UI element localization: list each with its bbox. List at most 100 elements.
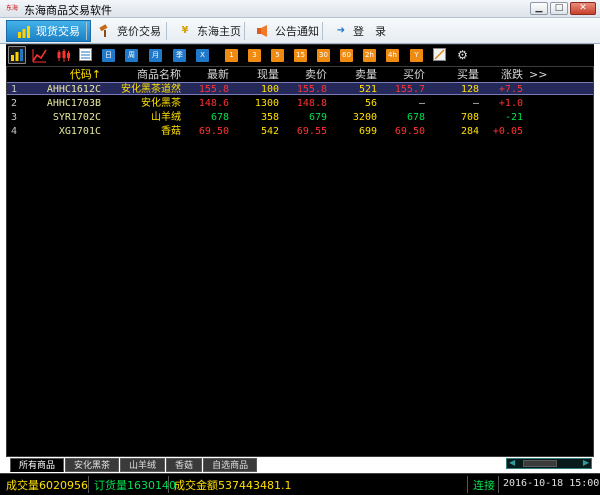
status-volume: 成交量6020956: [6, 479, 88, 492]
tab-login[interactable]: ➜ 登 录: [324, 20, 396, 42]
minimize-button[interactable]: ▁: [530, 2, 548, 15]
row-name: 安化黑茶: [141, 98, 181, 109]
quote-list-button[interactable]: [8, 46, 26, 64]
row-ask-volume: 56: [364, 98, 377, 109]
minute-3-button[interactable]: 3: [248, 49, 261, 62]
row-last: 678: [210, 112, 229, 123]
status-bar: 成交量6020956 订货量1630140 成交金额537443481.1 连接…: [0, 473, 600, 495]
table-row[interactable]: 2 AHHC1703B 安化黑茶 148.6 1300 148.8 56 — —…: [7, 97, 593, 110]
scrollbar-thumb[interactable]: [523, 460, 557, 467]
drawing-icon: [433, 48, 446, 61]
row-last: 155.8: [198, 84, 229, 95]
row-bid: —: [418, 98, 425, 109]
row-ask-volume: 521: [358, 84, 377, 95]
minute-1-button[interactable]: 1: [225, 49, 238, 62]
header-bid[interactable]: 买价: [379, 68, 425, 81]
tab-mushroom[interactable]: 香菇: [166, 458, 203, 472]
row-bid: 155.7: [394, 84, 425, 95]
header-ask[interactable]: 卖价: [285, 68, 327, 81]
header-ask-volume[interactable]: 卖量: [333, 68, 377, 81]
tick-chart-icon: [79, 48, 92, 61]
row-change: +1.0: [498, 98, 523, 109]
line-chart-button[interactable]: [32, 48, 47, 63]
hour-2-button[interactable]: 2h: [363, 49, 376, 62]
scroll-left-icon[interactable]: ◀: [509, 458, 515, 467]
period-month-button[interactable]: 月: [149, 49, 162, 62]
tab-announcements[interactable]: 公告通知: [246, 20, 329, 42]
row-index: 1: [11, 84, 18, 95]
row-code: SYR1702C: [52, 112, 101, 123]
scroll-right-icon[interactable]: ▶: [583, 458, 589, 467]
row-change: +7.5: [498, 84, 523, 95]
tick-chart-button[interactable]: [78, 48, 93, 63]
tab-label: 东海主页: [197, 25, 241, 38]
status-datetime: 2016-10-18 15:00: [503, 478, 600, 489]
row-ask-volume: 3200: [352, 112, 377, 123]
hour-4-button[interactable]: 4h: [386, 49, 399, 62]
row-bid: 678: [406, 112, 425, 123]
header-last[interactable]: 最新: [183, 68, 229, 81]
row-code: AHHC1703B: [46, 98, 101, 109]
row-ask-volume: 699: [358, 126, 377, 137]
minute-60-button[interactable]: 60: [340, 49, 353, 62]
close-button[interactable]: ✕: [570, 2, 596, 15]
gear-icon: ⚙: [457, 48, 468, 62]
header-code[interactable]: 代码↑: [35, 68, 101, 81]
tab-auction-trading[interactable]: 竞价交易: [88, 20, 171, 42]
candlestick-icon: [57, 49, 70, 62]
status-order-volume: 订货量1630140: [94, 479, 176, 492]
tab-donghai-home[interactable]: ¥ 东海主页: [168, 20, 251, 42]
settings-button[interactable]: ⚙: [455, 48, 470, 63]
period-quarter-button[interactable]: 季: [173, 49, 186, 62]
header-name[interactable]: 商品名称: [103, 68, 181, 81]
nav-divider: [244, 22, 245, 40]
connection-status: 连接: [473, 479, 495, 492]
row-name: 山羊绒: [151, 112, 181, 123]
chart-toolbar: 日 周 月 季 X 1 3 5 15 30 60 2h 4h Y ⚙: [6, 44, 594, 66]
row-bid-volume: —: [472, 98, 479, 109]
tab-anhua-dark-tea[interactable]: 安化黑茶: [65, 458, 120, 472]
login-icon: ➜: [336, 25, 346, 36]
minute-30-button[interactable]: 30: [317, 49, 330, 62]
market-tabs: 所有商品 安化黑茶 山羊绒 香菇 自选商品: [10, 458, 258, 472]
row-ask: 679: [308, 112, 327, 123]
table-row[interactable]: 3 SYR1702C 山羊绒 678 358 679 3200 678 708 …: [7, 111, 593, 124]
period-week-button[interactable]: 周: [125, 49, 138, 62]
status-divider: [88, 476, 89, 493]
row-name: 安化黑茶道然: [121, 84, 181, 95]
header-bid-volume[interactable]: 买量: [431, 68, 479, 81]
row-code: AHHC1612C: [46, 84, 101, 95]
candlestick-button[interactable]: [56, 48, 71, 63]
window-controls: ▁ □ ✕: [530, 2, 596, 15]
row-last: 148.6: [198, 98, 229, 109]
drawing-tool-button[interactable]: [432, 48, 447, 63]
nav-divider: [166, 22, 167, 40]
row-index: 2: [11, 98, 18, 109]
horizontal-scrollbar[interactable]: ◀ ▶: [506, 458, 592, 469]
maximize-button[interactable]: □: [550, 2, 568, 15]
row-last: 69.50: [198, 126, 229, 137]
header-volume[interactable]: 现量: [233, 68, 279, 81]
tab-spot-trading[interactable]: 现货交易: [6, 20, 91, 42]
period-day-button[interactable]: 日: [102, 49, 115, 62]
status-divider: [168, 476, 169, 493]
table-header: 代码↑ 商品名称 最新 现量 卖价 卖量 买价 买量 涨跌 >>: [7, 68, 593, 81]
tab-cashmere[interactable]: 山羊绒: [120, 458, 166, 472]
table-row[interactable]: 4 XG1701C 香菇 69.50 542 69.55 699 69.50 2…: [7, 125, 593, 138]
row-ask: 155.8: [296, 84, 327, 95]
table-row[interactable]: 1 AHHC1612C 安化黑茶道然 155.8 100 155.8 521 1…: [7, 82, 593, 95]
row-volume: 358: [260, 112, 279, 123]
yen-icon: ¥: [181, 25, 189, 36]
row-ask: 148.8: [296, 98, 327, 109]
minute-5-button[interactable]: 5: [271, 49, 284, 62]
period-x-button[interactable]: X: [196, 49, 209, 62]
speaker-icon: [256, 24, 270, 38]
year-button[interactable]: Y: [410, 49, 423, 62]
row-bid: 69.50: [394, 126, 425, 137]
row-bid-volume: 128: [460, 84, 479, 95]
tab-all-goods[interactable]: 所有商品: [10, 458, 65, 472]
header-change[interactable]: 涨跌: [483, 68, 523, 81]
tab-watchlist[interactable]: 自选商品: [203, 458, 258, 472]
more-columns-button[interactable]: >>: [529, 68, 547, 81]
minute-15-button[interactable]: 15: [294, 49, 307, 62]
